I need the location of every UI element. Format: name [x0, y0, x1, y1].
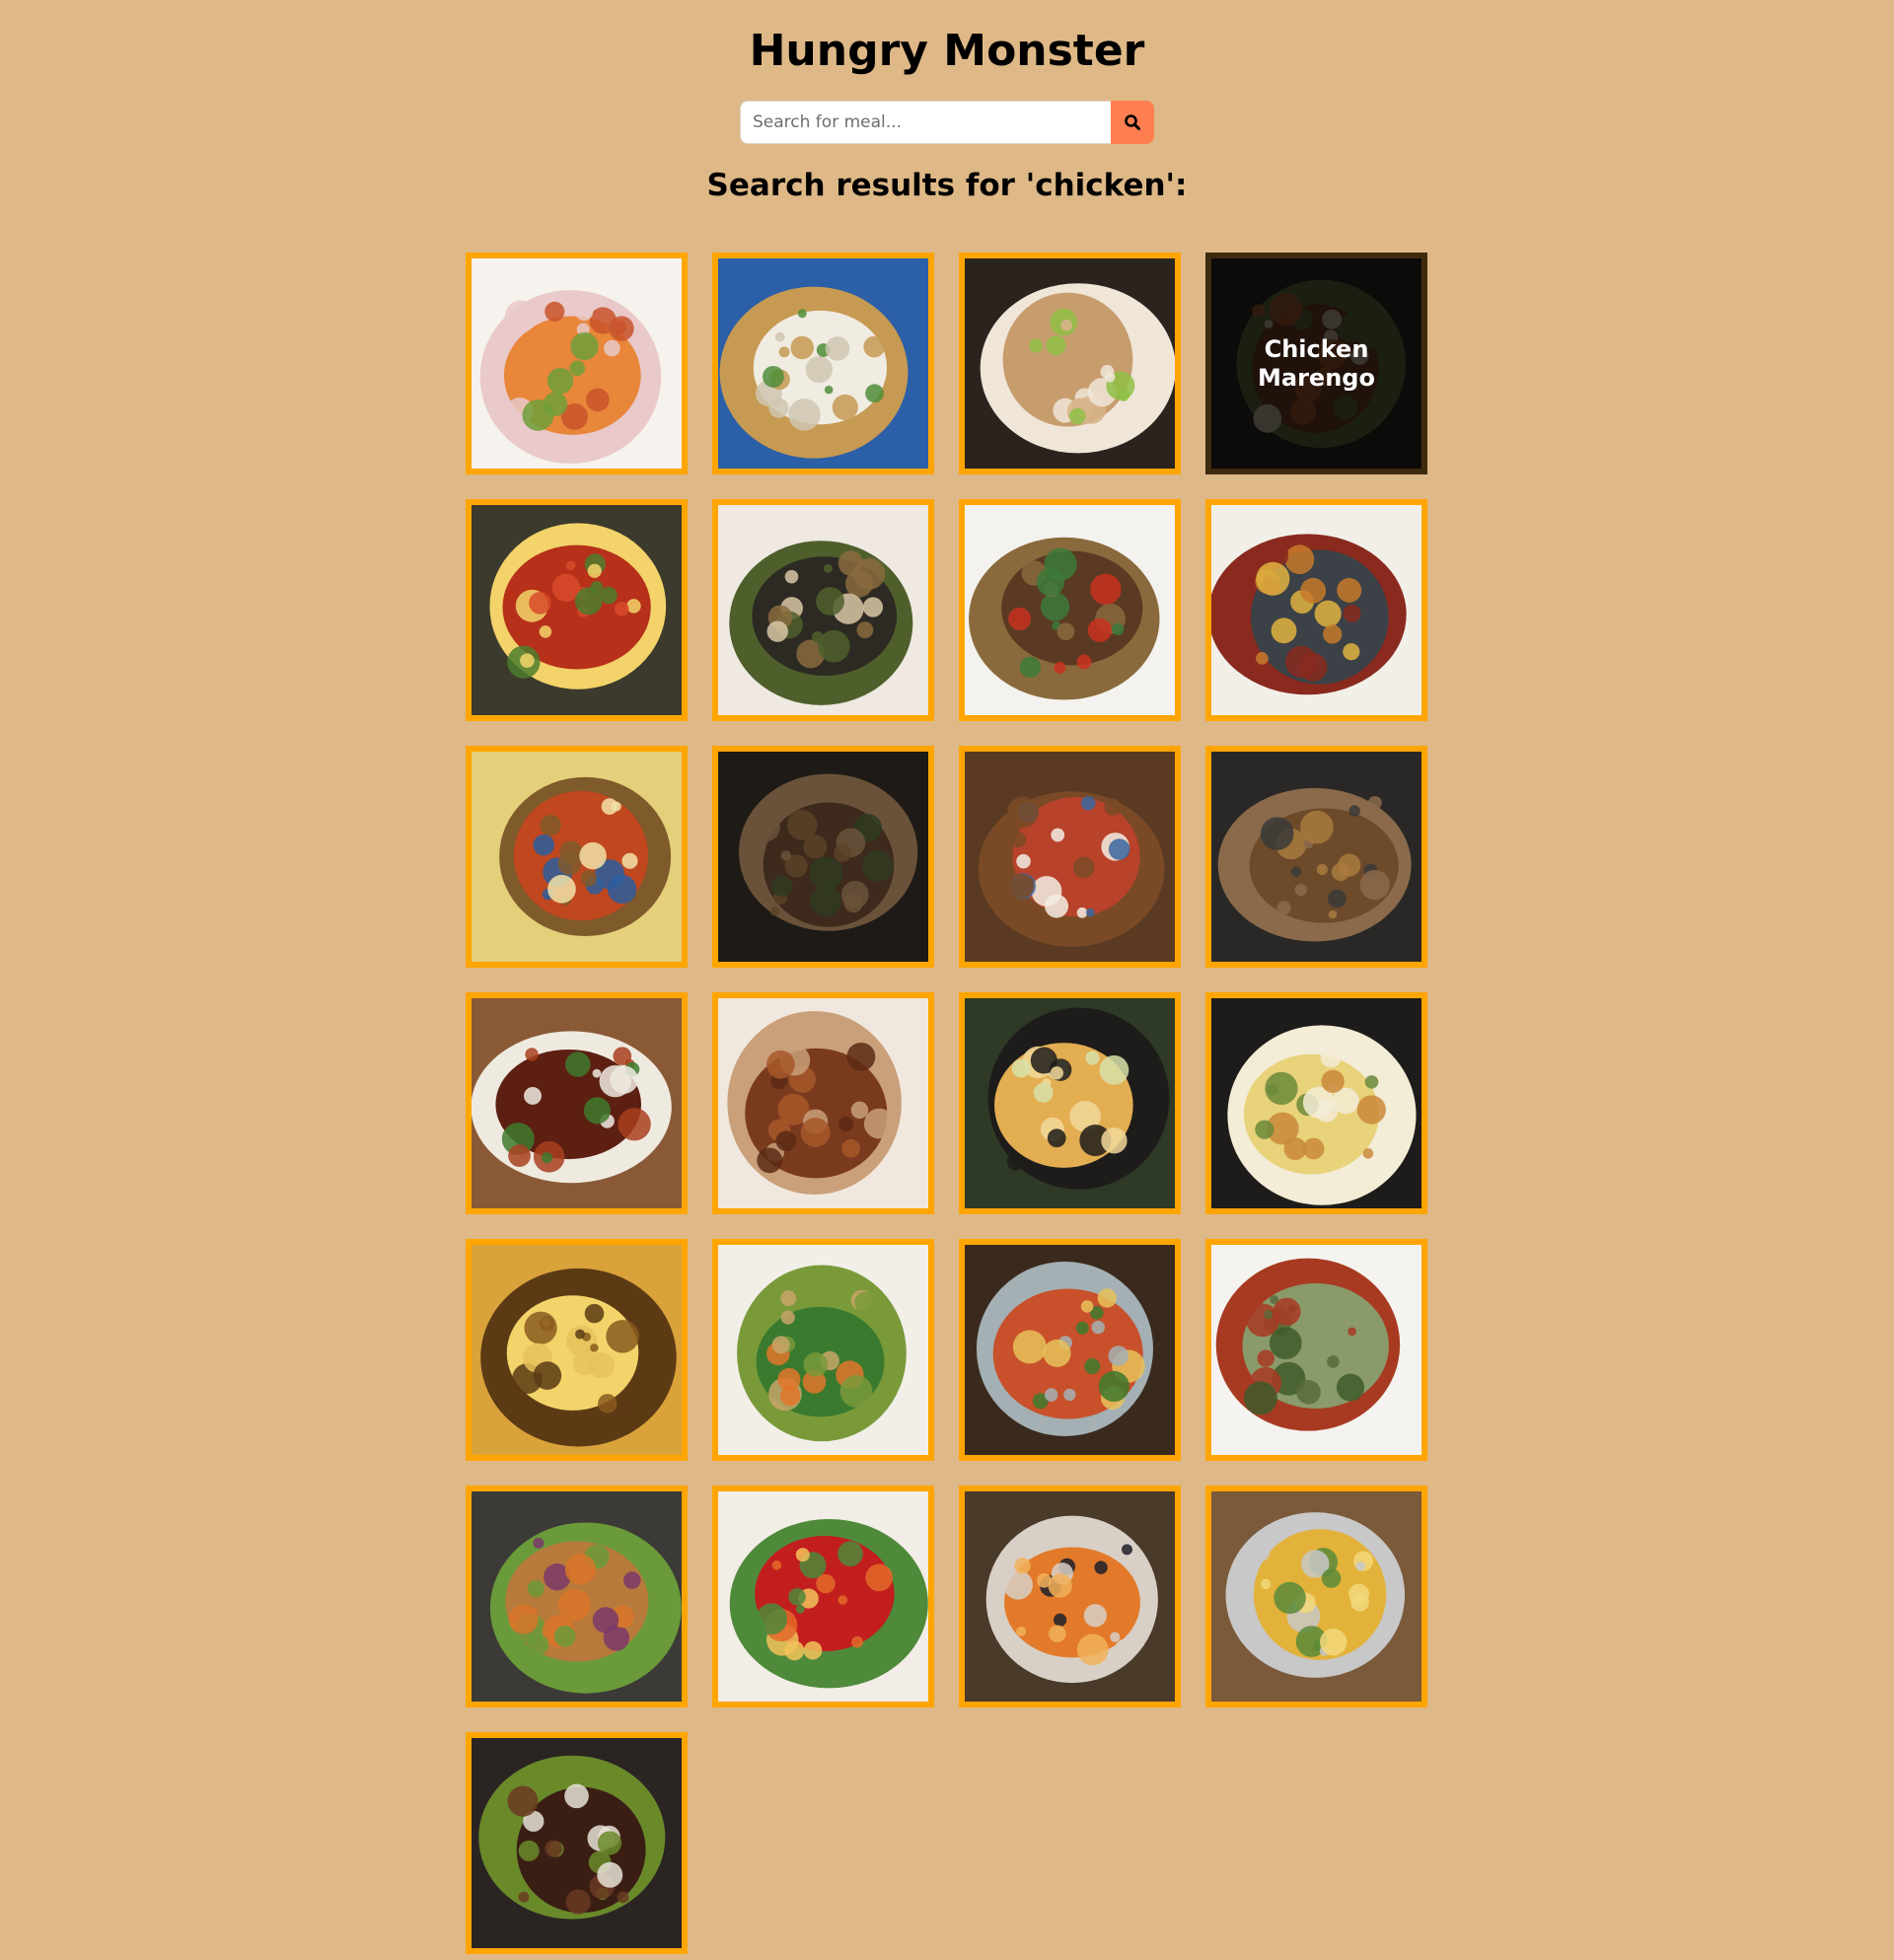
meal-card[interactable] — [466, 1239, 688, 1461]
meal-image — [718, 998, 928, 1208]
meal-card[interactable] — [959, 253, 1181, 474]
meal-image — [1211, 1491, 1421, 1702]
meal-card[interactable] — [712, 1239, 934, 1461]
meal-card[interactable] — [712, 499, 934, 721]
meal-card[interactable] — [466, 1732, 688, 1954]
meal-card[interactable] — [1205, 1486, 1427, 1707]
meals-grid: Chicken Marengo — [466, 253, 1428, 1954]
meal-card[interactable] — [466, 1486, 688, 1707]
meal-image — [1211, 505, 1421, 715]
meal-card[interactable] — [712, 992, 934, 1214]
search-icon — [1125, 114, 1140, 130]
meal-card[interactable] — [959, 499, 1181, 721]
meal-card[interactable] — [959, 992, 1181, 1214]
meal-image — [472, 258, 682, 469]
meal-card[interactable] — [959, 1239, 1181, 1461]
meal-overlay: Chicken Marengo — [1211, 258, 1421, 469]
meal-card[interactable] — [1205, 499, 1427, 721]
meal-card[interactable] — [1205, 992, 1427, 1214]
meal-image — [965, 1491, 1175, 1702]
meal-image — [472, 1491, 682, 1702]
meal-image — [718, 505, 928, 715]
meal-card[interactable] — [466, 253, 688, 474]
meal-image — [1211, 998, 1421, 1208]
meal-card[interactable] — [1205, 746, 1427, 968]
meal-card[interactable] — [712, 1486, 934, 1707]
meal-card[interactable] — [1205, 1239, 1427, 1461]
meal-card[interactable] — [712, 253, 934, 474]
meal-image — [472, 505, 682, 715]
meal-image — [965, 752, 1175, 962]
meal-image — [965, 258, 1175, 469]
meal-image — [965, 998, 1175, 1208]
meal-card[interactable] — [466, 992, 688, 1214]
results-heading: Search results for 'chicken': — [706, 168, 1188, 203]
meal-image — [965, 1245, 1175, 1455]
meal-image — [718, 752, 928, 962]
search-input[interactable] — [740, 101, 1111, 144]
search-form — [740, 101, 1154, 144]
meal-image — [965, 505, 1175, 715]
meal-image — [472, 1738, 682, 1948]
meal-card[interactable] — [466, 746, 688, 968]
meal-card[interactable] — [712, 746, 934, 968]
meal-card[interactable]: Chicken Marengo — [1205, 253, 1427, 474]
meal-image — [718, 258, 928, 469]
meal-card[interactable] — [959, 1486, 1181, 1707]
meal-image — [472, 752, 682, 962]
meal-name: Chicken Marengo — [1258, 334, 1375, 392]
meal-image — [472, 1245, 682, 1455]
meal-image — [718, 1491, 928, 1702]
meal-card[interactable] — [466, 499, 688, 721]
meal-image — [1211, 1245, 1421, 1455]
meal-card[interactable] — [959, 746, 1181, 968]
meal-image — [472, 998, 682, 1208]
page-title: Hungry Monster — [749, 26, 1145, 76]
meal-image — [1211, 752, 1421, 962]
search-button[interactable] — [1111, 101, 1154, 144]
meal-image — [718, 1245, 928, 1455]
